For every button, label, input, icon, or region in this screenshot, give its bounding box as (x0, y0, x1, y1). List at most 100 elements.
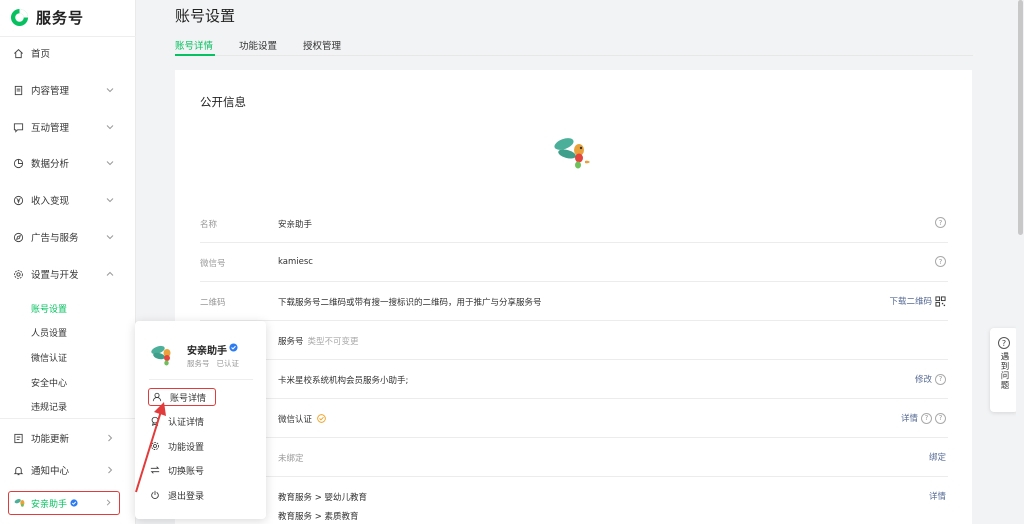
brand-divider (0, 36, 136, 37)
account-mascot-avatar[interactable] (552, 134, 596, 174)
brand[interactable]: 服务号 (10, 6, 84, 28)
sidebar-item-label: 广告与服务 (31, 233, 79, 244)
annotation-arrow (135, 402, 166, 493)
sidebar-item-updates[interactable]: 功能更新 (0, 428, 136, 448)
sidebar-item-label: 首页 (31, 49, 51, 60)
row-value: 安亲助手 (278, 220, 313, 230)
popup-item-label: 退出登录 (168, 491, 205, 502)
help-question-icon[interactable]: ? (935, 373, 946, 385)
tab-feature-settings[interactable]: 功能设置 (239, 38, 277, 52)
update-icon (13, 433, 24, 444)
sidebar-divider (0, 418, 136, 419)
sidebar-item-label: 内容管理 (31, 86, 70, 97)
type-note: 类型不可变更 (307, 337, 359, 347)
verified-badge-icon (70, 499, 78, 507)
sidebar-item-ads[interactable]: 广告与服务 (0, 227, 136, 247)
account-avatar-icon (14, 498, 25, 507)
sidebar-item-label: 数据分析 (31, 159, 70, 170)
qrcode-icon[interactable] (935, 295, 946, 307)
pie-chart-icon (13, 158, 24, 169)
sidebar-item-monetization[interactable]: 收入变现 (0, 190, 136, 210)
popup-item-label: 账号详情 (170, 393, 207, 404)
row-label: 微信号 (200, 259, 226, 269)
page-scrollbar[interactable] (1016, 0, 1024, 524)
info-row-binding: 未绑定 绑定 (200, 438, 948, 477)
help-question-icon[interactable]: ? (921, 412, 932, 424)
chevron-down-icon (106, 235, 114, 240)
bind-link[interactable]: 绑定 (929, 451, 946, 463)
sidebar-account-switcher[interactable]: 安亲助手 (8, 491, 120, 515)
tab-authorization[interactable]: 授权管理 (303, 38, 341, 52)
account-type: 服务号 (278, 337, 304, 347)
compass-icon (13, 232, 24, 243)
info-row-wechat-id: 微信号 kamiesc ? (200, 243, 948, 282)
chevron-down-icon (106, 125, 114, 130)
tab-account-details[interactable]: 账号详情 (175, 38, 213, 52)
page-title: 账号设置 (175, 7, 236, 25)
chevron-right-icon (106, 499, 111, 506)
popup-item-label: 认证详情 (168, 417, 205, 428)
document-icon (13, 85, 24, 96)
sidebar-subitem-account-settings[interactable]: 账号设置 (31, 302, 67, 315)
chevron-down-icon (106, 161, 114, 166)
row-value: 服务号 类型不可变更 (278, 335, 359, 347)
verification-details-link[interactable]: 详情 (901, 412, 918, 424)
sidebar-subitem-people-settings[interactable]: 人员设置 (31, 326, 67, 339)
sidebar-item-analytics[interactable]: 数据分析 (0, 153, 136, 173)
verified-badge-icon (229, 343, 238, 352)
popup-account-status: 已认证 (216, 359, 240, 368)
brand-name: 服务号 (36, 8, 85, 27)
scrollbar-thumb[interactable] (1018, 0, 1023, 235)
sidebar-item-label: 通知中心 (31, 466, 70, 477)
sidebar-item-notifications[interactable]: 通知中心 (0, 460, 136, 480)
sidebar-item-label: 功能更新 (31, 434, 70, 445)
sidebar-subitem-security-center[interactable]: 安全中心 (31, 376, 67, 389)
chevron-right-icon (108, 434, 113, 442)
info-row-intro: 卡米星校系统机构会员服务小助手; 修改 ? (200, 360, 948, 399)
row-value: kamiesc (278, 257, 313, 267)
help-question-icon[interactable]: ? (935, 217, 946, 228)
row-value: 微信认证 (278, 413, 326, 425)
info-row-qrcode: 二维码 下载服务号二维码或带有搜一搜标识的二维码，用于推广与分享服务号 下载二维… (200, 282, 948, 321)
row-value: 未绑定 (278, 454, 304, 464)
section-title: 公开信息 (200, 95, 246, 109)
account-info-card: 公开信息 名称 安亲助手 ? 微信号 kamiesc ? 二维码 下载服务号二维… (175, 70, 972, 524)
chevron-down-icon (106, 88, 114, 93)
gear-icon (13, 269, 24, 280)
tabs-divider (175, 55, 973, 56)
sidebar-item-content[interactable]: 内容管理 (0, 80, 136, 100)
sidebar-item-settings[interactable]: 设置与开发 (0, 264, 136, 284)
account-avatar (151, 345, 171, 366)
help-question-icon[interactable]: ? (935, 256, 946, 267)
row-label: 名称 (200, 220, 218, 230)
help-question-icon[interactable]: ? (935, 412, 946, 424)
help-label: 遇到问题 (999, 352, 1009, 390)
home-icon (13, 48, 24, 59)
category-details-link[interactable]: 详情 (929, 490, 946, 502)
bell-icon (13, 465, 24, 476)
verification-label: 微信认证 (278, 415, 313, 425)
sidebar-item-home[interactable]: 首页 (0, 43, 136, 63)
row-value: 教育服务 > 婴幼儿教育 (278, 493, 368, 503)
account-name: 安亲助手 (31, 499, 68, 510)
help-circle-icon: ? (998, 337, 1010, 349)
info-row-name: 名称 安亲助手 ? (200, 204, 948, 243)
sidebar-subitem-violations[interactable]: 违规记录 (31, 400, 67, 413)
sidebar-subitem-wechat-verify[interactable]: 微信认证 (31, 351, 67, 364)
popup-account-type: 服务号 (187, 359, 210, 368)
row-label: 二维码 (200, 298, 226, 308)
yen-icon (13, 195, 24, 206)
info-row-verification: 微信认证 详情 ? ? (200, 399, 948, 438)
chevron-right-icon (108, 466, 113, 474)
download-qrcode-link[interactable]: 下载二维码 (889, 295, 932, 307)
edit-intro-link[interactable]: 修改 (915, 373, 932, 385)
sidebar-item-label: 互动管理 (31, 123, 70, 134)
popup-divider (149, 379, 253, 380)
help-widget[interactable]: ? 遇到问题 (990, 328, 1018, 412)
chevron-down-icon (106, 198, 114, 203)
popup-account-meta: 服务号 已认证 (187, 358, 246, 369)
sidebar-item-interaction[interactable]: 互动管理 (0, 117, 136, 137)
row-value: 下载服务号二维码或带有搜一搜标识的二维码，用于推广与分享服务号 (278, 298, 542, 308)
chat-icon (13, 122, 24, 133)
verified-check-icon (316, 414, 326, 423)
